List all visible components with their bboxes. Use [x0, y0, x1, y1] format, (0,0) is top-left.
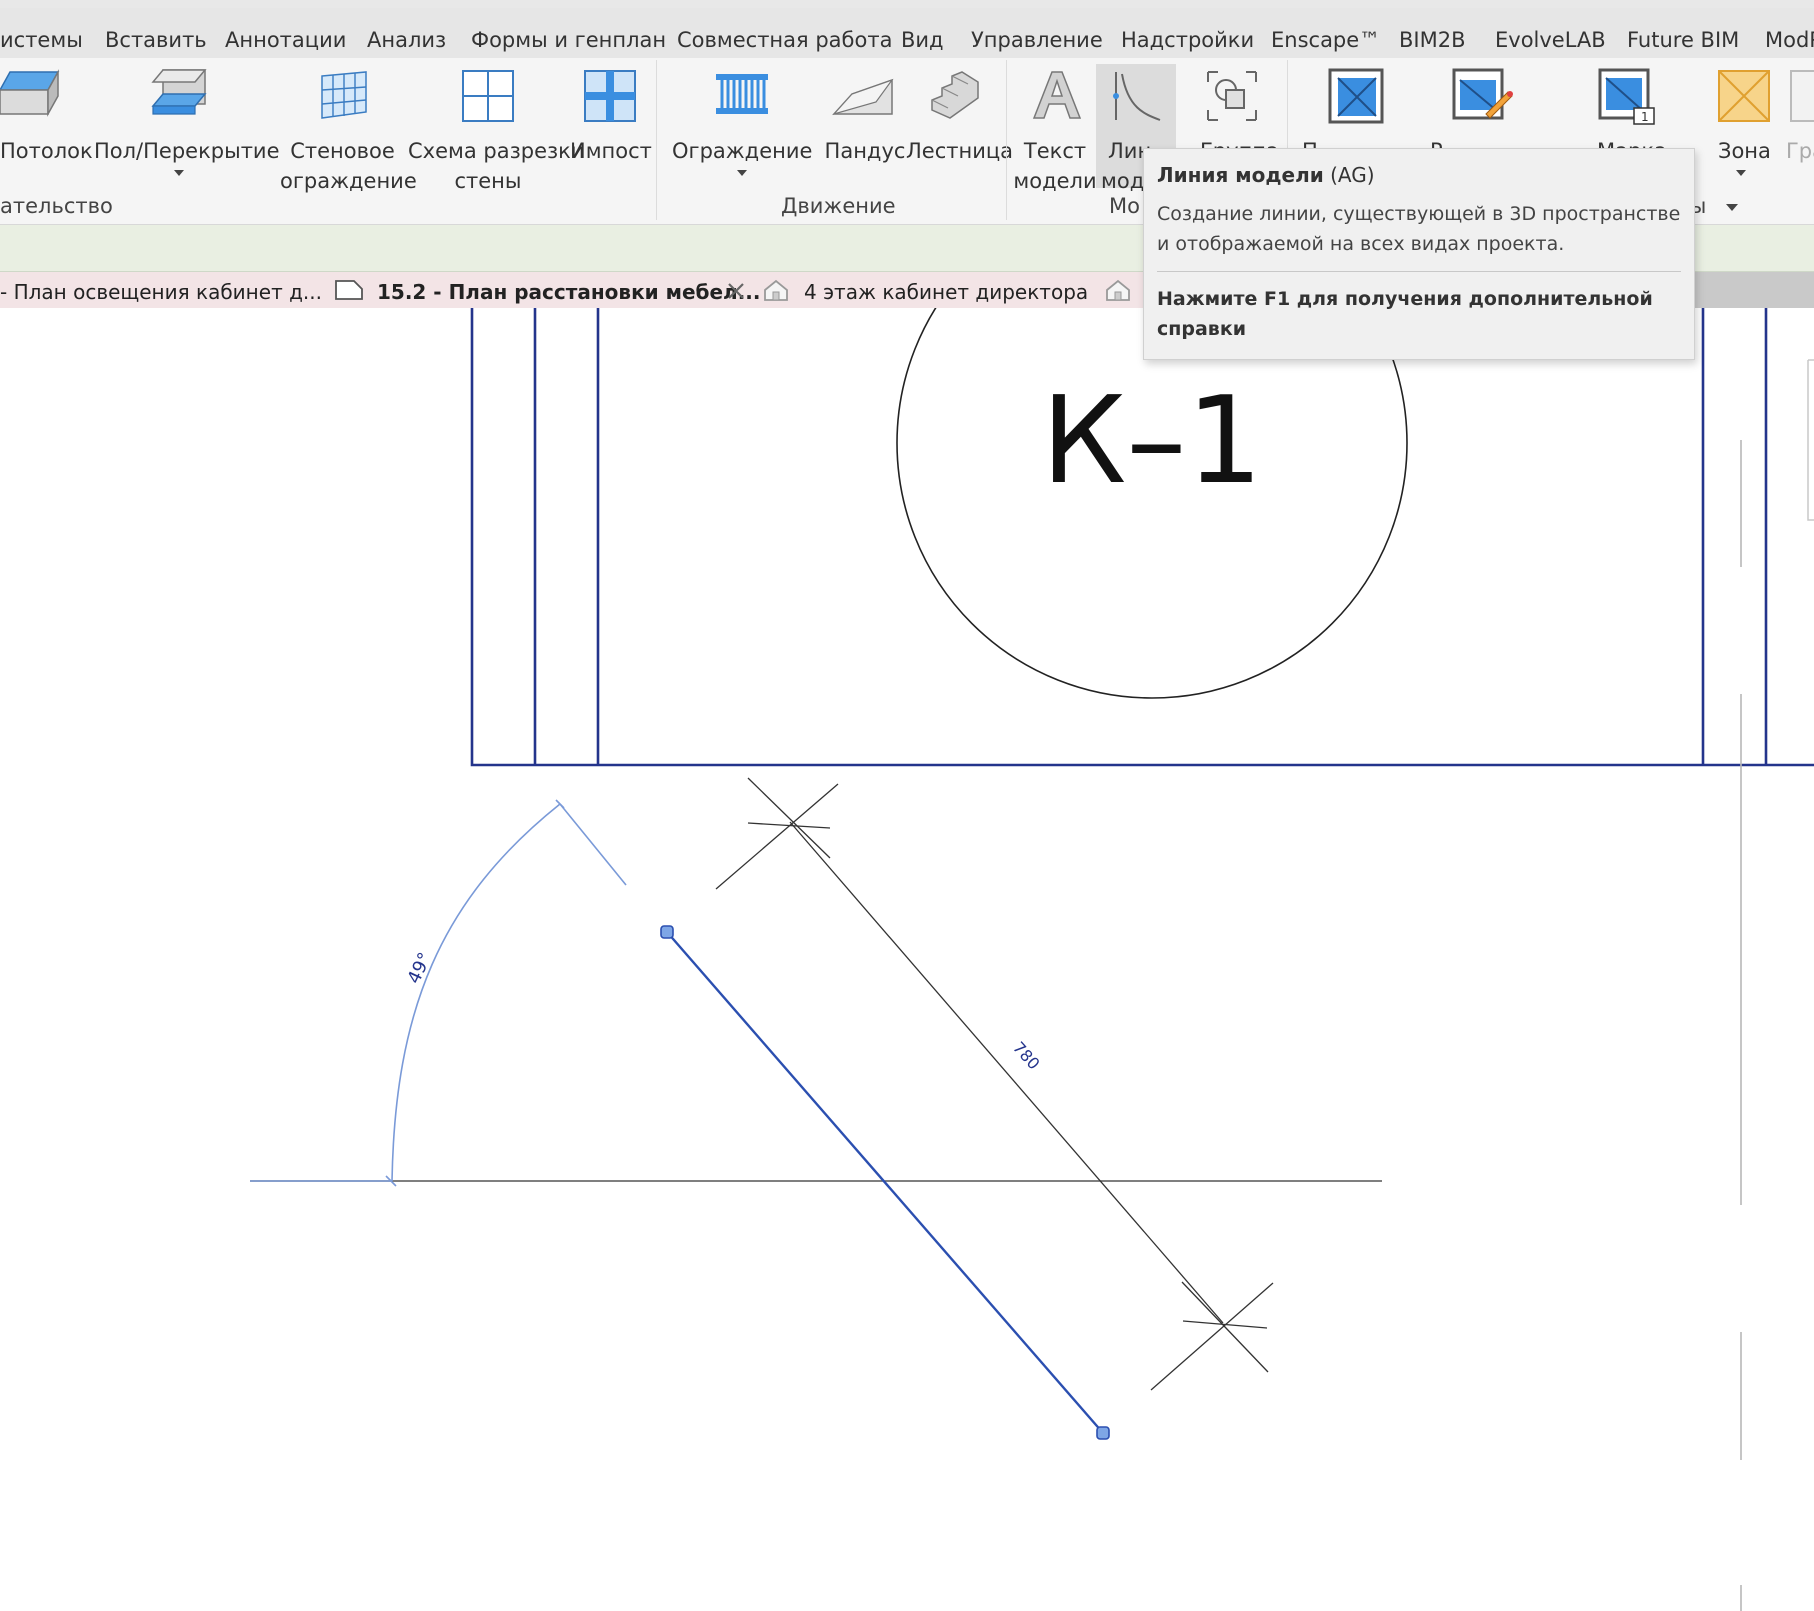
- view-tab-director-office[interactable]: 4 этаж кабинет директора: [804, 280, 1088, 304]
- tab-massing-site[interactable]: Формы и генплан: [471, 28, 666, 52]
- tooltip-help: Нажмите F1 для получения дополнительной …: [1157, 288, 1653, 340]
- line-endpoint-grip[interactable]: [1096, 1426, 1110, 1440]
- panel-title-model: Мо: [1109, 194, 1140, 218]
- dropdown-arrow-icon: [737, 170, 747, 176]
- close-icon[interactable]: [727, 282, 745, 300]
- area-label: Зона: [1718, 139, 1771, 163]
- tooltip-description: Создание линии, существующей в 3D простр…: [1157, 203, 1681, 255]
- tab-modp[interactable]: ModP: [1765, 28, 1814, 52]
- tab-enscape[interactable]: Enscape™: [1271, 28, 1380, 52]
- model-text-label-1: Текст: [1023, 139, 1087, 163]
- tooltip-title-row: Линия модели (AG): [1157, 163, 1375, 187]
- panel-title-build: ательство: [0, 194, 113, 218]
- tab-systems[interactable]: истемы: [0, 28, 83, 52]
- area-boundary-label: Гра: [1786, 139, 1814, 163]
- floor-icon: [151, 69, 207, 115]
- ramp-label: Пандус: [824, 139, 906, 163]
- floor-button[interactable]: Пол/Перекрытие: [94, 64, 280, 194]
- view-tab-lighting-plan[interactable]: - План освещения кабинет д...: [0, 280, 322, 304]
- quick-access-toolbar: [0, 0, 1814, 8]
- tab-evolvelab[interactable]: EvolveLAB: [1495, 28, 1606, 52]
- mullion-label: Импост: [570, 139, 652, 163]
- tab-annotate[interactable]: Аннотации: [225, 28, 346, 52]
- curtain-grid-button[interactable]: Схема разрезки стены: [408, 64, 585, 194]
- panel-separator: [656, 60, 657, 220]
- tab-insert[interactable]: Вставить: [105, 28, 207, 52]
- ceiling-icon: [0, 69, 60, 117]
- group-icon: [1207, 71, 1257, 121]
- tag-room-icon: 1: [1598, 68, 1655, 125]
- area-button[interactable]: Зона: [1700, 64, 1782, 194]
- panel-separator: [1006, 60, 1007, 220]
- tab-view[interactable]: Вид: [901, 28, 944, 52]
- model-text-icon: [1032, 71, 1082, 119]
- area-boundary-button[interactable]: Гра: [1786, 64, 1814, 194]
- drawing-canvas[interactable]: К–1 49° 780: [0, 308, 1814, 1611]
- tab-analyze[interactable]: Анализ: [367, 28, 446, 52]
- stair-button[interactable]: Лестница: [906, 64, 1014, 194]
- panel-title-circulation: Движение: [781, 194, 896, 218]
- tab-collaborate[interactable]: Совместная работа: [677, 28, 892, 52]
- ceiling-button[interactable]: Потолок: [0, 64, 93, 194]
- tooltip-shortcut: (AG): [1330, 163, 1375, 187]
- line-endpoint-grip[interactable]: [660, 925, 674, 939]
- ribbon-tab-bar: истемы Вставить Аннотации Анализ Формы и…: [0, 8, 1814, 58]
- view-tab-overflow: [1690, 272, 1814, 308]
- sheet-icon: [335, 280, 363, 300]
- model-line-icon: [1113, 72, 1161, 121]
- tooltip-title: Линия модели: [1157, 163, 1324, 187]
- curtain-wall-icon: [321, 71, 367, 119]
- curtain-wall-label-1: Стеновое: [290, 139, 395, 163]
- angle-dimension-label[interactable]: 49°: [403, 949, 436, 987]
- tab-bim2b[interactable]: BIM2B: [1399, 28, 1466, 52]
- tab-addins[interactable]: Надстройки: [1121, 28, 1254, 52]
- model-text-button[interactable]: Текст модели: [1012, 64, 1098, 194]
- angle-dimension[interactable]: [250, 799, 627, 1187]
- railing-label: Ограждение: [672, 139, 813, 163]
- floor-label: Пол/Перекрытие: [94, 139, 280, 163]
- stair-label: Лестница: [906, 139, 1014, 163]
- dropdown-arrow-icon: [1736, 170, 1746, 176]
- room-separator-icon: [1452, 68, 1513, 120]
- model-text-label-2: модели: [1013, 169, 1097, 193]
- floor-plan-house-icon: [1106, 279, 1130, 301]
- curtain-grid-label-2: стены: [454, 169, 522, 193]
- ramp-icon: [832, 78, 894, 116]
- railing-button[interactable]: Ограждение: [672, 64, 812, 194]
- tab-future-bim[interactable]: Future BIM: [1627, 28, 1739, 52]
- panel-expand-arrow-icon[interactable]: [1726, 204, 1738, 211]
- curtain-grid-icon: [462, 70, 514, 122]
- ceiling-label: Потолок: [0, 139, 93, 163]
- mullion-button[interactable]: Импост: [570, 64, 652, 194]
- svg-text:1: 1: [1641, 110, 1649, 124]
- view-tab-furniture-plan[interactable]: 15.2 - План расстановки мебел...: [377, 280, 761, 304]
- tooltip-divider: [1157, 271, 1681, 272]
- room-tag-label[interactable]: К–1: [1041, 372, 1263, 511]
- selected-model-line[interactable]: [666, 931, 1104, 1434]
- area-boundary-icon: [1790, 70, 1814, 122]
- length-dimension-label[interactable]: 780: [1009, 1038, 1044, 1073]
- railing-icon: [716, 74, 768, 114]
- tab-manage[interactable]: Управление: [971, 28, 1103, 52]
- ramp-button[interactable]: Пандус: [820, 64, 910, 194]
- dropdown-arrow-icon: [174, 170, 184, 176]
- stair-icon: [931, 71, 979, 119]
- mullion-icon: [584, 70, 636, 122]
- room-icon: [1328, 68, 1384, 124]
- curtain-wall-label-2: ограждение: [280, 169, 417, 193]
- curtain-grid-label-1: Схема разрезки: [408, 139, 585, 163]
- curtain-wall-button[interactable]: Стеновое ограждение: [280, 64, 417, 194]
- area-icon: [1718, 70, 1770, 122]
- model-line-tooltip: Линия модели (AG) Создание линии, сущест…: [1143, 148, 1695, 360]
- scrollbar-edge[interactable]: [1807, 359, 1814, 521]
- drawing-area[interactable]: К–1 49° 780: [0, 308, 1814, 1611]
- floor-plan-house-icon: [764, 279, 788, 301]
